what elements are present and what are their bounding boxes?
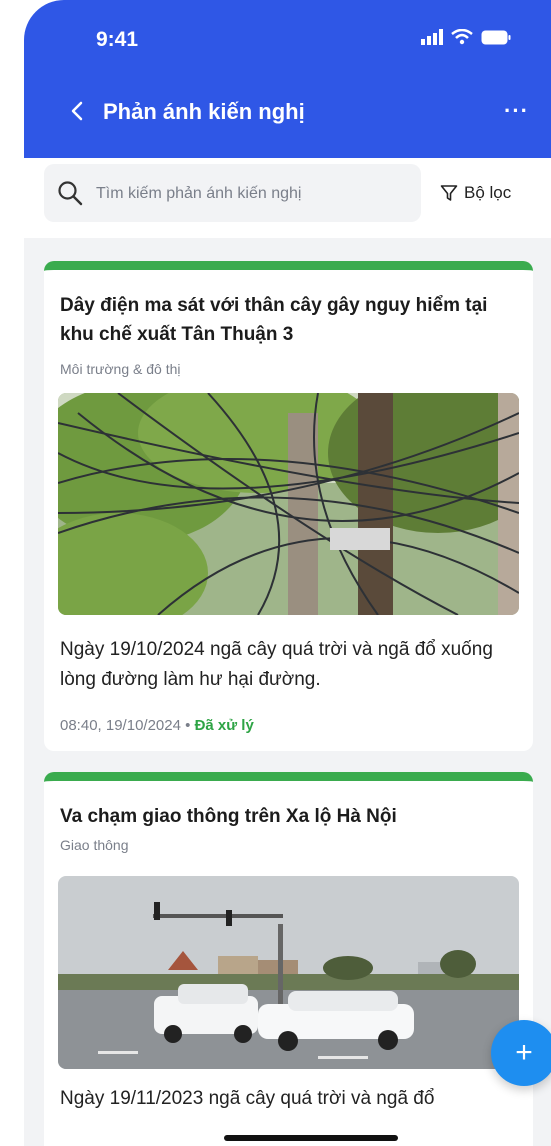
add-report-button[interactable]: + [491,1020,551,1086]
status-time: 9:41 [96,28,139,51]
report-category: Môi trường & đô thị [60,361,181,377]
search-box[interactable] [44,164,421,222]
report-image [58,876,519,1069]
status-icons [421,29,511,45]
search-bar: Bộ lọc [24,158,551,238]
search-input[interactable] [94,178,408,210]
signal-icon [421,29,443,45]
report-card[interactable]: Dây điện ma sát với thân cây gây nguy hi… [44,261,533,751]
report-time: 08:40, 19/10/2024 [60,717,181,734]
chevron-left-icon [71,101,83,121]
report-description: Ngày 19/10/2024 ngã cây quá trời và ngã … [60,639,493,690]
plus-icon: + [515,1036,533,1069]
status-label: Đã xử lý [194,717,254,734]
car-collision-intersection-photo [58,876,519,1069]
back-button[interactable] [62,96,92,126]
report-meta: 08:40, 19/10/2024 • Đã xử lý [60,717,254,734]
report-title: Va chạm giao thông trên Xa lộ Hà Nội [60,806,397,827]
report-category: Giao thông [60,837,129,853]
home-indicator [224,1135,398,1141]
filter-icon [440,185,458,201]
report-card[interactable]: Va chạm giao thông trên Xa lộ Hà Nội Gia… [44,772,533,1146]
phone-screen: 9:41 Phản ánh kiến nghị ··· Tìm kiếm phả… [24,0,551,1146]
more-button[interactable]: ··· [504,98,529,124]
wifi-icon [451,29,473,45]
report-title: Dây điện ma sát với thân cây gây nguy hi… [60,295,488,345]
report-description: Ngày 19/11/2023 ngã cây quá trời và ngã … [60,1088,435,1109]
page-title: Phản ánh kiến nghị [103,99,305,124]
tangled-wires-tree-photo [58,393,519,615]
meta-separator: • [185,717,191,734]
battery-icon [481,30,511,44]
search-icon [58,181,83,206]
report-image [58,393,519,615]
app-header: 9:41 Phản ánh kiến nghị ··· [24,0,551,158]
filter-button[interactable]: Bộ lọc [440,183,511,203]
filter-label: Bộ lọc [464,183,512,202]
